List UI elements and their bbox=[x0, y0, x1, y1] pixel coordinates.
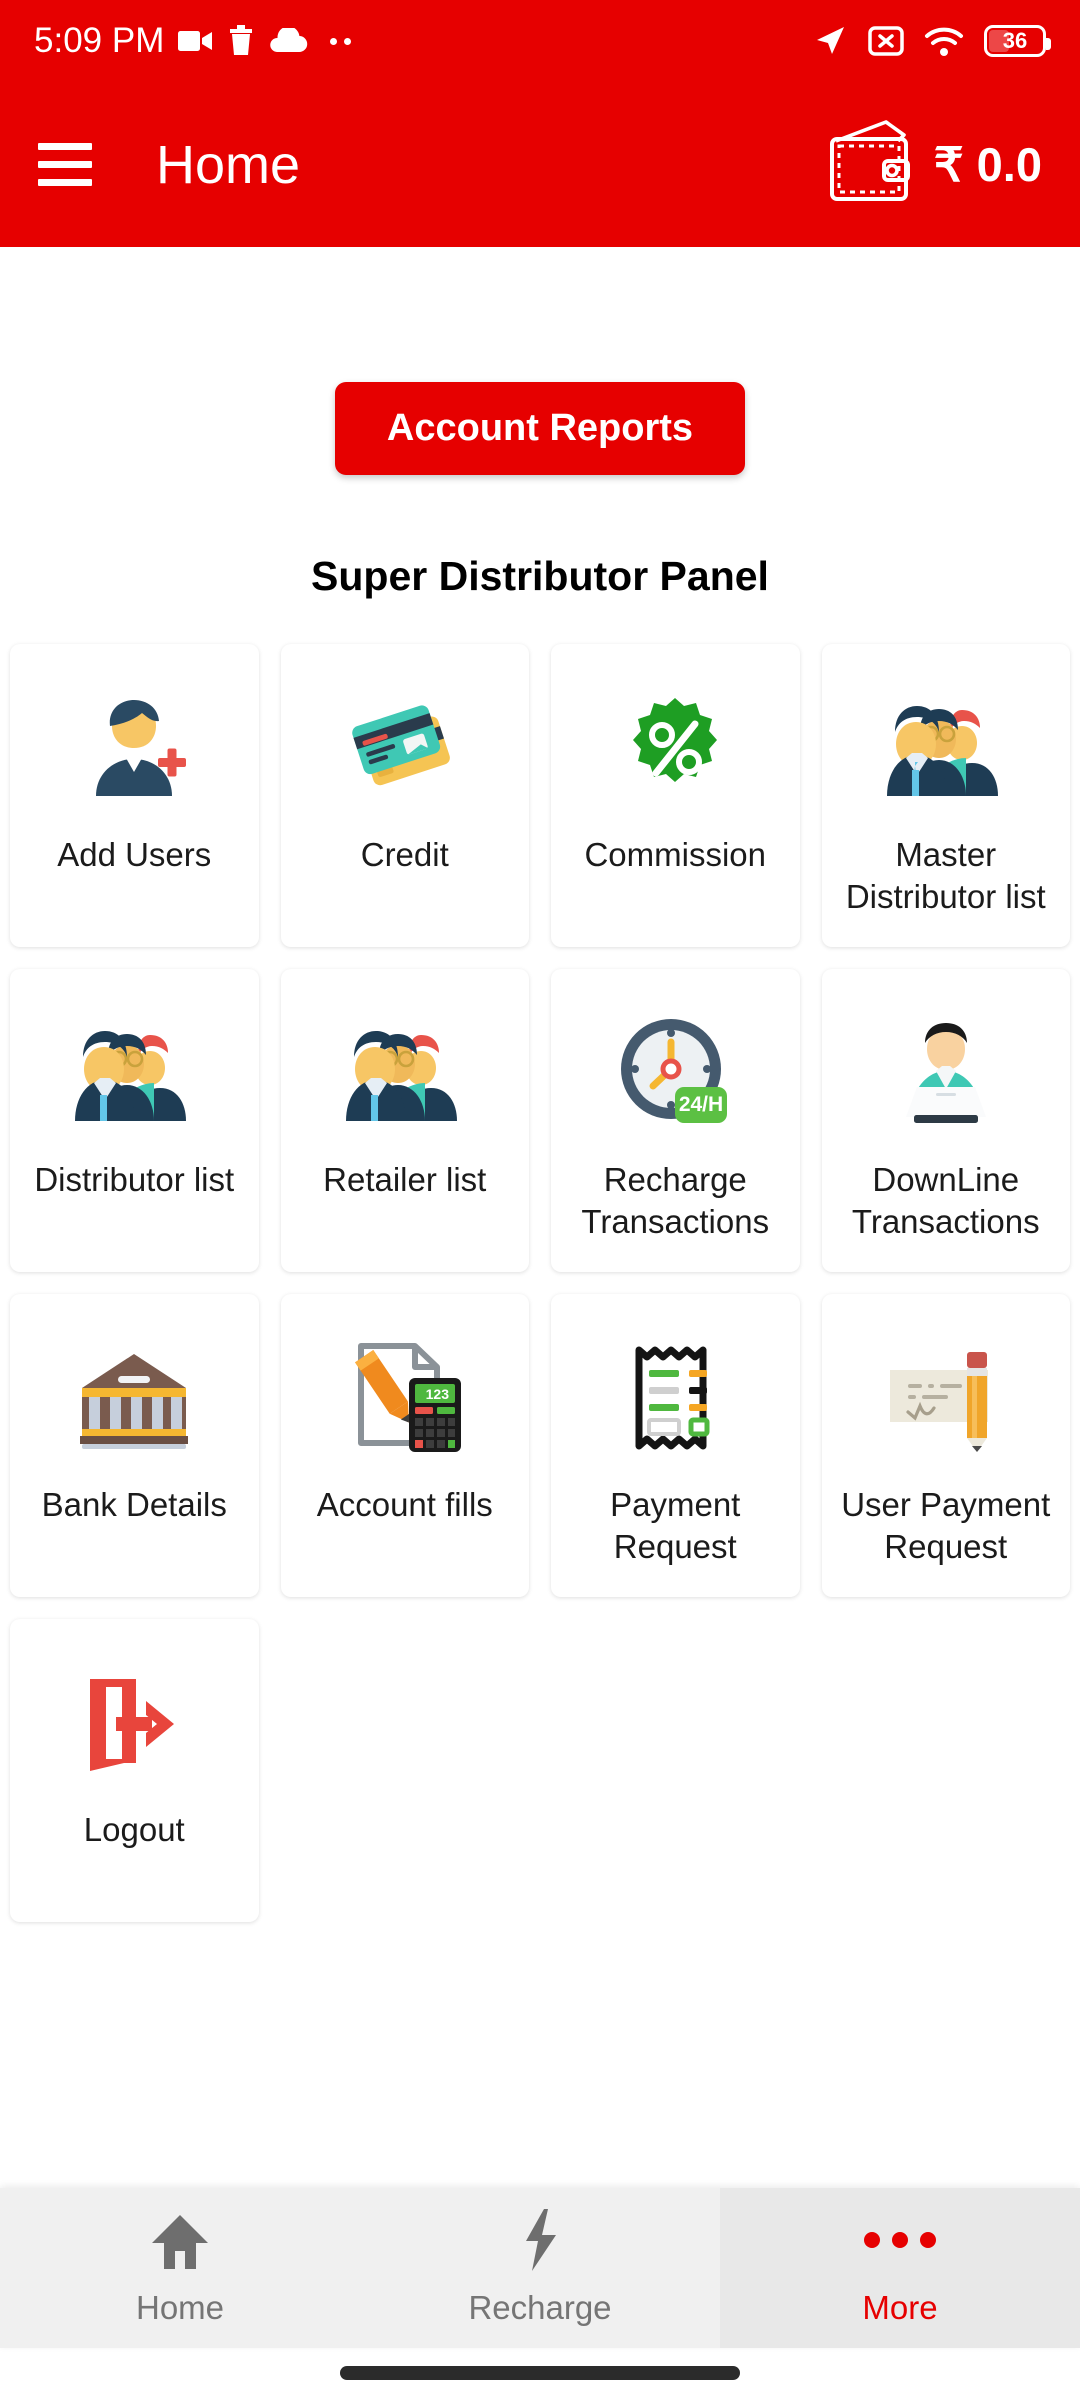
credit-cards-icon bbox=[343, 686, 467, 810]
menu-tile-logout[interactable]: Logout bbox=[10, 1619, 259, 1922]
menu-tile-payment-request[interactable]: Payment Request bbox=[551, 1294, 800, 1597]
people-group-icon bbox=[343, 1011, 467, 1135]
svg-text:24/H: 24/H bbox=[679, 1093, 723, 1116]
wallet-icon bbox=[822, 119, 918, 210]
menu-tile-distributor-list[interactable]: Distributor list bbox=[10, 969, 259, 1272]
receipt-icon bbox=[613, 1336, 737, 1460]
clock-24h-icon: 24/H bbox=[613, 1011, 737, 1135]
menu-tile-label: Payment Request bbox=[610, 1486, 741, 1566]
add-user-icon bbox=[72, 686, 196, 810]
main-content: Account Reports Super Distributor Panel bbox=[0, 247, 1080, 2187]
document-calculator-icon: 123 bbox=[343, 1336, 467, 1460]
svg-text:123: 123 bbox=[425, 1386, 449, 1402]
menu-tile-commission[interactable]: Commission bbox=[551, 644, 800, 947]
wallet-balance-button[interactable]: ₹ 0.0 bbox=[822, 119, 1042, 210]
people-group-icon bbox=[884, 686, 1008, 810]
gesture-home-indicator[interactable] bbox=[340, 2366, 740, 2380]
cloud-icon bbox=[268, 28, 308, 54]
status-bar-left: 5:09 PM bbox=[34, 21, 352, 61]
menu-tile-account-fills[interactable]: 123 Account fills bbox=[280, 1294, 529, 1597]
percent-badge-icon bbox=[613, 686, 737, 810]
bottom-navigation-bar: Home Recharge More bbox=[0, 2188, 1080, 2348]
nav-item-recharge[interactable]: Recharge bbox=[360, 2188, 720, 2348]
menu-tile-label: Retailer list bbox=[323, 1161, 487, 1198]
menu-tile-user-payment-request[interactable]: User Payment Request bbox=[821, 1294, 1070, 1597]
menu-tile-label: Commission bbox=[584, 836, 767, 873]
home-icon bbox=[150, 2209, 210, 2271]
page-title: Home bbox=[156, 134, 301, 195]
menu-tile-add-users[interactable]: Add Users bbox=[10, 644, 259, 947]
battery-percent-label: 36 bbox=[1002, 28, 1028, 53]
menu-tile-label: Recharge Transactions bbox=[581, 1161, 770, 1241]
menu-tile-label: Account fills bbox=[316, 1486, 493, 1523]
person-laptop-icon bbox=[884, 1011, 1008, 1135]
menu-tile-label: Credit bbox=[360, 836, 449, 873]
menu-grid: Add Users Credit Commission Master Distr… bbox=[0, 644, 1080, 1922]
cheque-pencil-icon bbox=[884, 1336, 1008, 1460]
nav-item-label: Home bbox=[135, 2289, 225, 2326]
menu-tile-label: Bank Details bbox=[41, 1486, 227, 1523]
hamburger-menu-icon[interactable] bbox=[38, 143, 92, 186]
menu-tile-label: Master Distributor list bbox=[845, 836, 1046, 916]
account-reports-button[interactable]: Account Reports bbox=[334, 382, 746, 475]
sim-card-disabled-icon bbox=[868, 25, 904, 57]
trash-icon bbox=[228, 25, 254, 57]
bank-building-icon bbox=[72, 1336, 196, 1460]
nav-item-label: Recharge bbox=[468, 2289, 612, 2326]
wallet-balance-label: ₹ 0.0 bbox=[933, 137, 1042, 191]
menu-tile-label: User Payment Request bbox=[841, 1486, 1051, 1566]
nav-item-home[interactable]: Home bbox=[0, 2188, 360, 2348]
menu-tile-downline-transactions[interactable]: DownLine Transactions bbox=[821, 969, 1070, 1272]
menu-tile-master-distributor-list[interactable]: Master Distributor list bbox=[821, 644, 1070, 947]
menu-tile-credit[interactable]: Credit bbox=[280, 644, 529, 947]
more-dots-icon bbox=[864, 2209, 936, 2271]
lightning-icon bbox=[518, 2209, 562, 2271]
logout-door-icon bbox=[72, 1661, 196, 1785]
menu-tile-label: Logout bbox=[83, 1811, 185, 1848]
menu-tile-retailer-list[interactable]: Retailer list bbox=[280, 969, 529, 1272]
menu-tile-label: Distributor list bbox=[34, 1161, 235, 1198]
status-bar-right: 36 bbox=[812, 23, 1051, 59]
status-bar-clock: 5:09 PM bbox=[34, 21, 165, 60]
nav-item-more[interactable]: More bbox=[720, 2188, 1080, 2348]
menu-tile-recharge-transactions[interactable]: 24/H Recharge Transactions bbox=[551, 969, 800, 1272]
overflow-dots-icon bbox=[330, 37, 352, 45]
account-reports-row: Account Reports bbox=[0, 382, 1080, 475]
video-camera-icon bbox=[178, 27, 214, 55]
location-arrow-icon bbox=[812, 23, 848, 59]
menu-tile-bank-details[interactable]: Bank Details bbox=[10, 1294, 259, 1597]
menu-tile-label: DownLine Transactions bbox=[851, 1161, 1040, 1241]
menu-tile-label: Add Users bbox=[57, 836, 212, 873]
app-bar: Home ₹ 0.0 bbox=[0, 82, 1080, 247]
panel-title: Super Distributor Panel bbox=[311, 553, 769, 599]
nav-item-label: More bbox=[862, 2289, 938, 2326]
people-group-icon bbox=[72, 1011, 196, 1135]
status-bar: 5:09 PM 36 bbox=[0, 0, 1080, 82]
wifi-icon bbox=[924, 25, 964, 57]
battery-indicator: 36 bbox=[984, 25, 1051, 57]
phone-screen: 5:09 PM 36 Home ₹ 0.0 Account Reports Su… bbox=[0, 0, 1080, 2400]
